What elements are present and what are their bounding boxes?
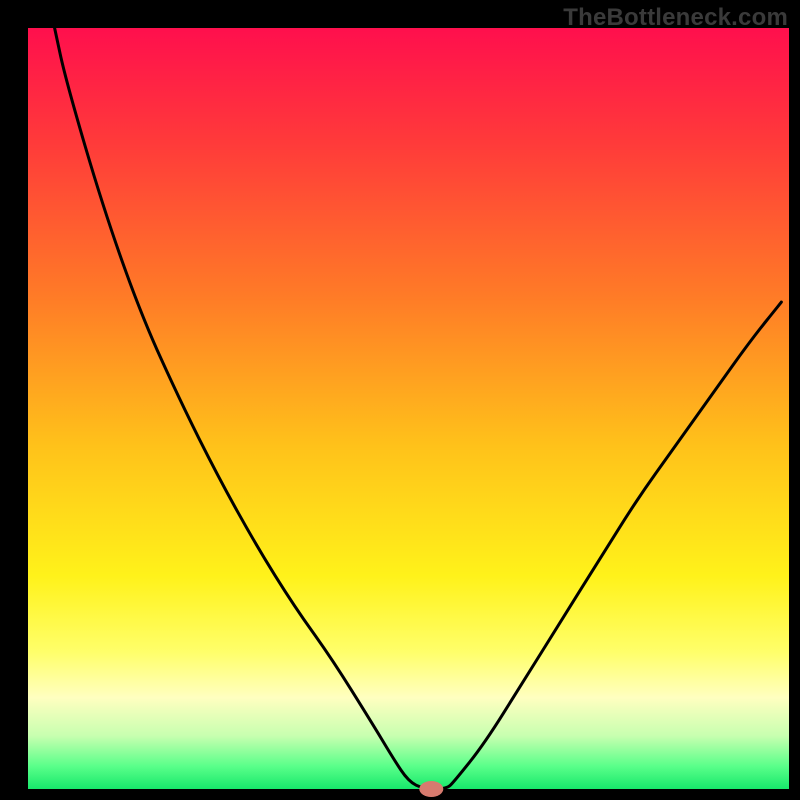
optimal-marker (419, 781, 443, 797)
watermark-text: TheBottleneck.com (563, 4, 788, 32)
plot-background (28, 28, 789, 789)
chart-stage: TheBottleneck.com (0, 0, 800, 800)
bottleneck-chart (0, 0, 800, 800)
